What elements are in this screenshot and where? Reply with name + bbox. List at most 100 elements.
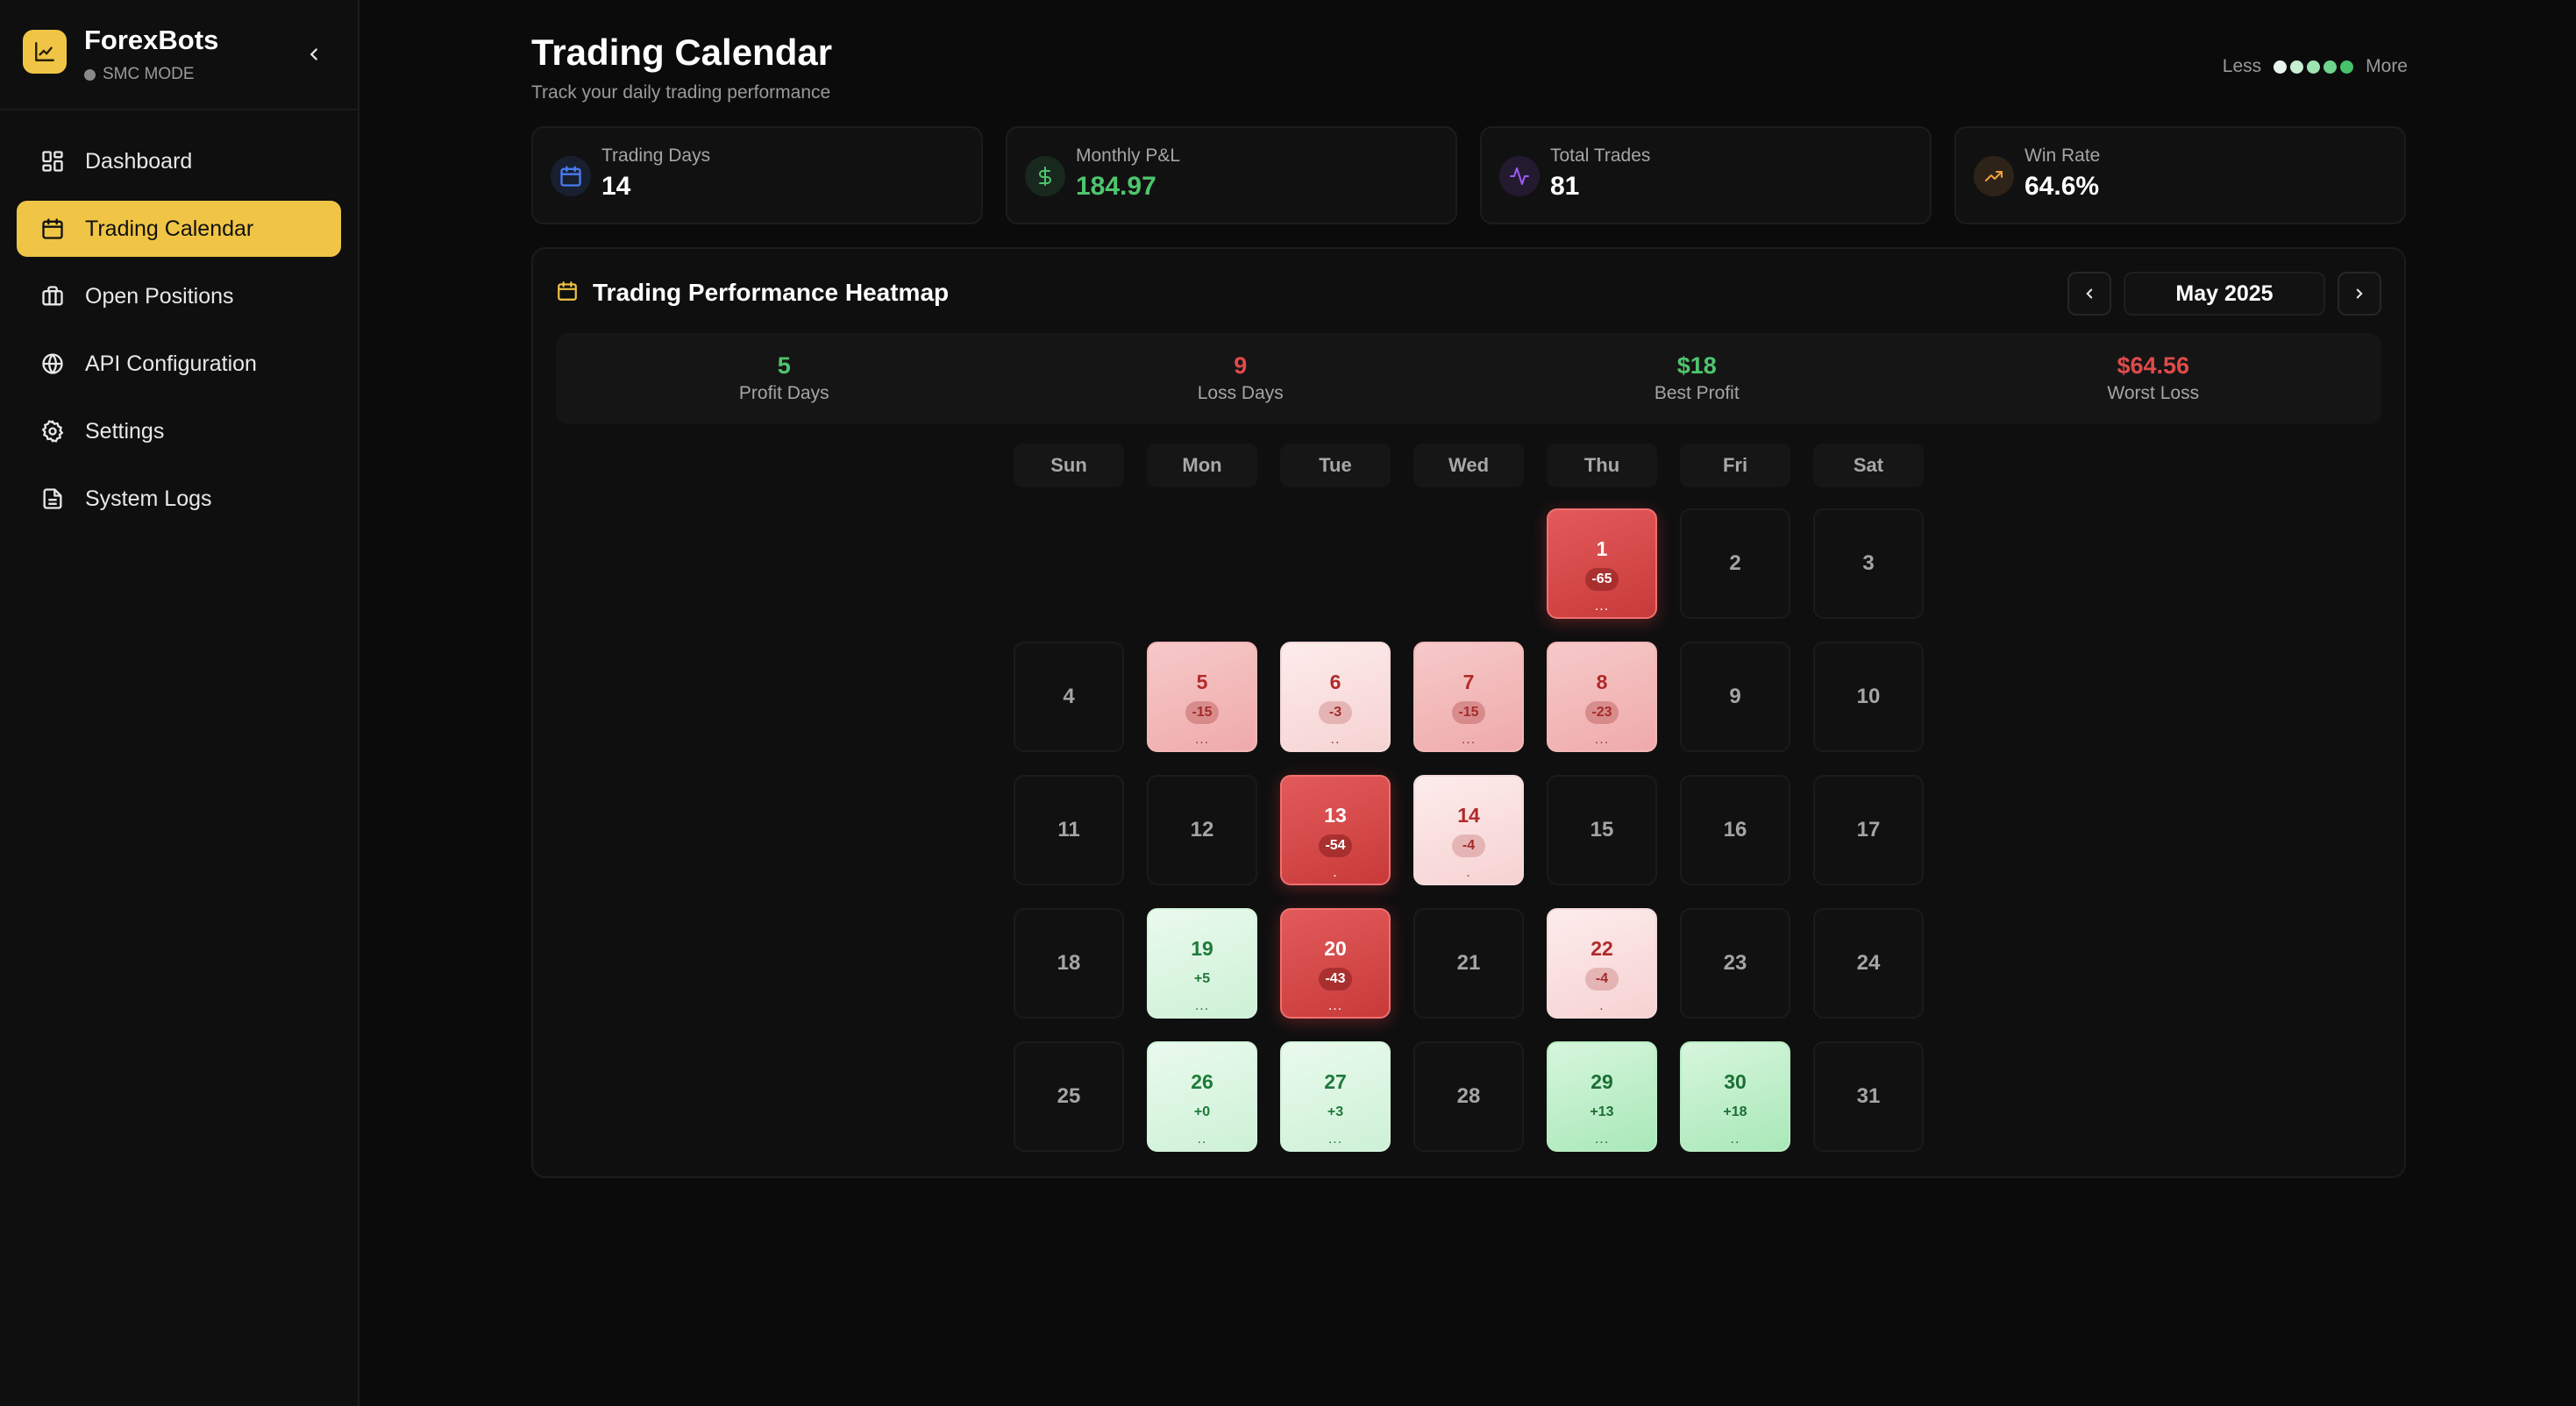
calendar-day-4[interactable]: 4 — [1014, 642, 1124, 752]
day-number: 25 — [1057, 1084, 1081, 1108]
calendar-day-17[interactable]: 17 — [1813, 775, 1924, 885]
sidebar-item-open-positions[interactable]: Open Positions — [17, 268, 341, 324]
calendar-day-2[interactable]: 2 — [1680, 508, 1790, 619]
calendar-day-27[interactable]: 27 +3... — [1280, 1041, 1391, 1152]
calendar-day-25[interactable]: 25 — [1014, 1041, 1124, 1152]
calendar-day-20[interactable]: 20 -43... — [1280, 908, 1391, 1019]
calendar-day-5[interactable]: 5 -15... — [1147, 642, 1257, 752]
calendar-day-14[interactable]: 14 -4. — [1413, 775, 1524, 885]
sidebar-item-label: Settings — [85, 418, 165, 444]
calendar-day-11[interactable]: 11 — [1014, 775, 1124, 885]
divider — [0, 109, 359, 110]
day-pnl: -54 — [1319, 834, 1352, 857]
legend-more-label: More — [2366, 56, 2408, 76]
summary-value: 5 — [777, 352, 791, 379]
prev-month-button[interactable] — [2067, 272, 2111, 316]
calendar-day-28[interactable]: 28 — [1413, 1041, 1524, 1152]
calendar-day-26[interactable]: 26 +0.. — [1147, 1041, 1257, 1152]
calendar-week: 4 5 -15... 6 -3.. 7 -15... 8 -23... 9 10 — [1014, 642, 1924, 752]
sidebar: ForexBots SMC MODE Dashboard Trading Cale… — [0, 0, 359, 1406]
calendar-day-22[interactable]: 22 -4. — [1547, 908, 1657, 1019]
calendar-day-12[interactable]: 12 — [1147, 775, 1257, 885]
current-month: May 2025 — [2124, 272, 2325, 316]
summary-item: 5 Profit Days — [556, 333, 1013, 424]
activity-icon — [1499, 156, 1540, 196]
calendar-week: 18 19 +5... 20 -43... 21 22 -4. 23 24 — [1014, 908, 1924, 1019]
summary-label: Profit Days — [738, 383, 829, 403]
heat-legend: Less More — [2223, 56, 2408, 77]
summary-item: $64.56 Worst Loss — [1925, 333, 2382, 424]
status-dot-icon — [84, 68, 96, 81]
stat-value: 81 — [1550, 172, 1580, 201]
day-number: 19 — [1191, 936, 1213, 960]
calendar-day-16[interactable]: 16 — [1680, 775, 1790, 885]
calendar-blank — [1413, 508, 1524, 619]
day-number: 27 — [1324, 1069, 1347, 1093]
collapse-sidebar-button[interactable] — [295, 35, 333, 74]
calendar-day-29[interactable]: 29 +13... — [1547, 1041, 1657, 1152]
day-pnl: -3 — [1319, 700, 1352, 724]
calendar-day-13[interactable]: 13 -54. — [1280, 775, 1391, 885]
calendar-day-30[interactable]: 30 +18.. — [1680, 1041, 1790, 1152]
sidebar-item-dashboard[interactable]: Dashboard — [17, 133, 341, 189]
next-month-button[interactable] — [2338, 272, 2381, 316]
legend-swatch — [2340, 60, 2354, 74]
stat-card: Trading Days 14 — [531, 126, 983, 224]
day-number: 14 — [1457, 803, 1480, 827]
summary-label: Loss Days — [1197, 383, 1284, 403]
day-number: 29 — [1590, 1069, 1613, 1093]
day-number: 1 — [1596, 536, 1608, 560]
mode-label: SMC MODE — [103, 65, 195, 83]
sidebar-item-settings[interactable]: Settings — [17, 403, 341, 459]
summary-value: 9 — [1234, 352, 1248, 379]
summary-value: $64.56 — [2117, 352, 2190, 379]
day-number: 26 — [1191, 1069, 1213, 1093]
calendar-day-15[interactable]: 15 — [1547, 775, 1657, 885]
sidebar-item-api-configuration[interactable]: API Configuration — [17, 336, 341, 392]
calendar-week: 25 26 +0.. 27 +3... 28 29 +13... 30 +18.. 31 — [1014, 1041, 1924, 1152]
globe-icon — [39, 351, 66, 377]
sidebar-item-system-logs[interactable]: System Logs — [17, 471, 341, 527]
stat-label: Total Trades — [1550, 146, 1651, 166]
summary-item: $18 Best Profit — [1469, 333, 1925, 424]
sidebar-item-label: API Configuration — [85, 351, 257, 376]
weekday-label: Thu — [1547, 444, 1657, 487]
day-number: 18 — [1057, 951, 1081, 975]
day-pnl: -4 — [1452, 834, 1485, 857]
calendar-day-3[interactable]: 3 — [1813, 508, 1924, 619]
calendar-day-21[interactable]: 21 — [1413, 908, 1524, 1019]
stat-value: 64.6% — [2025, 172, 2100, 201]
legend-less-label: Less — [2222, 56, 2262, 76]
weekday-header: Sun Mon Tue Wed Thu Fri Sat — [1014, 444, 1924, 487]
trade-count-dots: ... — [1194, 732, 1210, 747]
page-subtitle: Track your daily trading performance — [531, 82, 831, 103]
calendar-day-7[interactable]: 7 -15... — [1413, 642, 1524, 752]
calendar-day-18[interactable]: 18 — [1014, 908, 1124, 1019]
sidebar-item-trading-calendar[interactable]: Trading Calendar — [17, 201, 341, 257]
weekday-label: Sun — [1014, 444, 1124, 487]
day-pnl: +13 — [1590, 1104, 1614, 1119]
calendar-day-8[interactable]: 8 -23... — [1547, 642, 1657, 752]
briefcase-icon — [39, 283, 66, 309]
calendar-icon — [551, 156, 591, 196]
day-number: 24 — [1856, 951, 1881, 975]
summary-label: Best Profit — [1654, 383, 1740, 403]
calendar-day-31[interactable]: 31 — [1813, 1041, 1924, 1152]
calendar-day-1[interactable]: 1 -65... — [1547, 508, 1657, 619]
sidebar-nav: Dashboard Trading Calendar Open Positions A… — [17, 133, 341, 538]
calendar-day-6[interactable]: 6 -3.. — [1280, 642, 1391, 752]
calendar-day-24[interactable]: 24 — [1813, 908, 1924, 1019]
day-number: 31 — [1856, 1084, 1881, 1108]
calendar-day-10[interactable]: 10 — [1813, 642, 1924, 752]
calendar-day-23[interactable]: 23 — [1680, 908, 1790, 1019]
calendar-day-9[interactable]: 9 — [1680, 642, 1790, 752]
day-number: 9 — [1729, 685, 1741, 708]
month-summary: 5 Profit Days 9 Loss Days $18 Best Profit $64.… — [556, 333, 2381, 424]
summary-item: 9 Loss Days — [1013, 333, 1469, 424]
calendar-day-19[interactable]: 19 +5... — [1147, 908, 1257, 1019]
trade-count-dots: ... — [1594, 599, 1610, 614]
trade-count-dots: ... — [1461, 732, 1477, 747]
summary-label: Worst Loss — [2107, 383, 2200, 403]
day-pnl: -23 — [1585, 700, 1619, 724]
sidebar-item-label: Dashboard — [85, 148, 193, 174]
